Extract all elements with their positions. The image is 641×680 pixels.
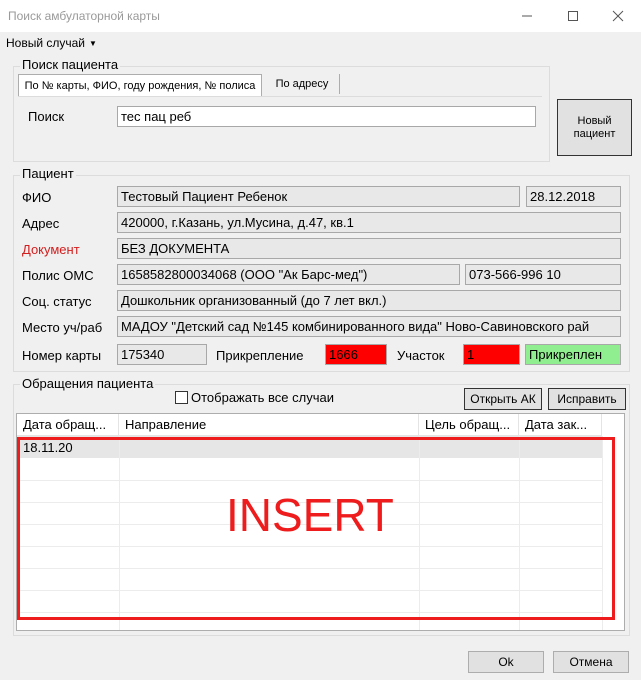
work-label: Место уч/раб — [22, 320, 103, 335]
menu-bar: Новый случай ▼ — [0, 32, 641, 54]
social-label: Соц. статус — [22, 294, 92, 309]
visits-group-title: Обращения пациента — [20, 376, 156, 391]
new-patient-button[interactable]: Новый пациент — [557, 99, 632, 156]
patient-group-title: Пациент — [20, 166, 76, 181]
insert-annotation-text: INSERT — [226, 489, 394, 541]
district-field: 1 — [463, 344, 520, 365]
birthdate-field: 28.12.2018 — [526, 186, 621, 207]
minimize-icon — [522, 15, 532, 17]
attach-status-field: Прикреплен — [525, 344, 621, 365]
social-field: Дошкольник организованный (до 7 лет вкл.… — [117, 290, 621, 311]
policy-label: Полис ОМС — [22, 268, 94, 283]
ok-button[interactable]: Ok — [468, 651, 544, 673]
attachment-label: Прикрепление — [216, 348, 304, 363]
minimize-button[interactable] — [504, 0, 550, 32]
fio-field: Тестовый Пациент Ребенок — [117, 186, 520, 207]
search-group-title: Поиск пациента — [20, 57, 121, 72]
card-field: 175340 — [117, 344, 207, 365]
attachment-field: 1666 — [325, 344, 387, 365]
maximize-button[interactable] — [550, 0, 596, 32]
address-label: Адрес — [22, 216, 60, 231]
document-label: Документ — [22, 242, 80, 257]
column-header-direction[interactable]: Направление — [119, 414, 419, 436]
window-title: Поиск амбулаторной карты — [8, 9, 160, 23]
search-input[interactable] — [117, 106, 536, 127]
close-icon — [612, 10, 624, 22]
card-label: Номер карты — [22, 348, 102, 363]
dropdown-caret-icon: ▼ — [89, 39, 97, 49]
policy-phone-field: 073-566-996 10 — [465, 264, 621, 285]
new-case-menu[interactable]: Новый случай ▼ — [6, 36, 97, 50]
work-field: МАДОУ "Детский сад №145 комбинированного… — [117, 316, 621, 337]
tab-label: По адресу — [275, 78, 329, 90]
maximize-icon — [568, 11, 578, 21]
column-header-close-date[interactable]: Дата зак... — [519, 414, 602, 436]
fix-button[interactable]: Исправить — [548, 388, 626, 410]
new-case-label: Новый случай — [6, 36, 86, 50]
title-bar: Поиск амбулаторной карты — [0, 0, 641, 32]
open-ak-button[interactable]: Открыть АК — [464, 388, 542, 410]
column-header-date[interactable]: Дата обращ... — [17, 414, 119, 436]
fio-label: ФИО — [22, 190, 52, 205]
show-all-label: Отображать все случаи — [191, 390, 334, 405]
search-label: Поиск — [28, 109, 65, 124]
column-header-purpose[interactable]: Цель обращ... — [419, 414, 519, 436]
cancel-button[interactable]: Отмена — [553, 651, 629, 673]
tab-search-by-address[interactable]: По адресу — [265, 74, 340, 94]
policy-field: 1658582800034068 (ООО "Ак Барс-мед") — [117, 264, 460, 285]
tab-search-by-card[interactable]: По № карты, ФИО, году рождения, № полиса — [18, 74, 262, 97]
tab-label: По № карты, ФИО, году рождения, № полиса — [24, 80, 256, 92]
show-all-checkbox[interactable] — [175, 391, 188, 404]
document-field: БЕЗ ДОКУМЕНТА — [117, 238, 621, 259]
address-field: 420000, г.Казань, ул.Мусина, д.47, кв.1 — [117, 212, 621, 233]
tab-divider — [18, 96, 542, 97]
district-label: Участок — [397, 348, 445, 363]
close-button[interactable] — [595, 0, 641, 32]
